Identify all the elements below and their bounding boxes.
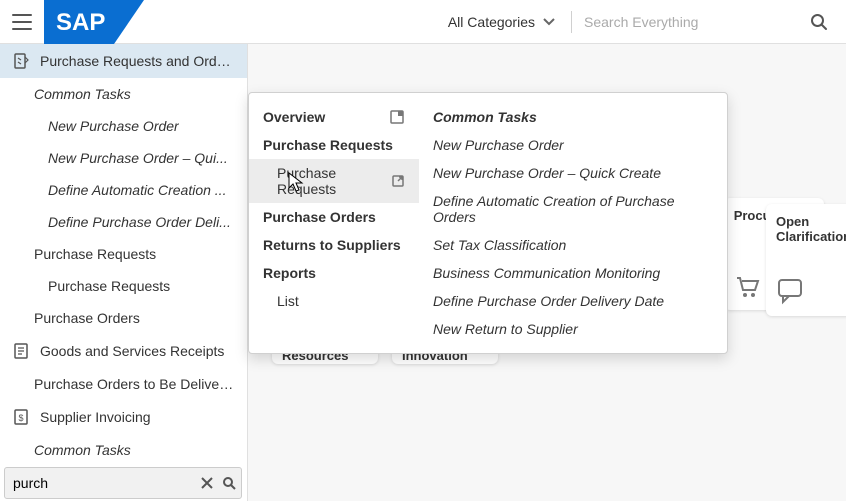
sidebar-item-purchase-orders[interactable]: Purchase Orders [0,302,247,334]
flyout-label: New Purchase Order – Quick Create [433,165,661,181]
flyout-label: Common Tasks [433,109,537,125]
document-icon [12,52,30,70]
svg-text:$: $ [18,413,23,423]
flyout-label: New Purchase Order [433,137,564,153]
overview-icon [389,109,405,125]
flyout-purchase-requests[interactable]: Purchase Requests [249,131,419,159]
top-search-area: All Categories [442,9,836,35]
sidebar-item-new-po-quick[interactable]: New Purchase Order – Qui... [0,142,247,174]
flyout-label: Purchase Orders [263,209,376,225]
sidebar-item-new-po[interactable]: New Purchase Order [0,110,247,142]
clear-search-button[interactable] [196,474,218,492]
category-dropdown[interactable]: All Categories [442,10,561,34]
sidebar-item-po-delivered[interactable]: Purchase Orders to Be Delivered [0,368,247,400]
top-bar: SAP All Categories [0,0,846,44]
flyout-label: Purchase Requests [263,137,393,153]
sidebar-item-label: Supplier Invoicing [40,409,151,425]
open-new-icon [391,174,405,188]
sidebar-item-label: Purchase Orders [34,310,140,326]
flyout-label: Business Communication Monitoring [433,265,660,281]
sidebar-item-purchase-requests[interactable]: Purchase Requests [0,238,247,270]
sidebar-item-label: Purchase Requests [34,246,156,262]
sidebar-item-purchase-requests-orders[interactable]: Purchase Requests and Orders [0,44,247,78]
sidebar-item-goods-receipts[interactable]: Goods and Services Receipts [0,334,247,368]
flyout-list[interactable]: List [249,287,419,315]
search-input[interactable] [582,13,792,31]
flyout-ct-new-po-quick[interactable]: New Purchase Order – Quick Create [419,159,727,187]
sidebar-item-label: Purchase Orders to Be Delivered [34,376,235,392]
flyout-ct-new-return[interactable]: New Return to Supplier [419,315,727,343]
flyout-common-tasks-header: Common Tasks [419,103,727,131]
sidebar-si-common-tasks[interactable]: Common Tasks [0,434,247,466]
flyout-label: Purchase Requests [277,165,391,197]
sidebar-item-label: Define Purchase Order Deli... [48,214,231,230]
close-icon [200,476,214,490]
sidebar-item-label: Define Automatic Creation ... [48,182,226,198]
receipt-icon [12,342,30,360]
sidebar-item-label: New Purchase Order [48,118,179,134]
flyout-returns[interactable]: Returns to Suppliers [249,231,419,259]
flyout-label: Define Purchase Order Delivery Date [433,293,664,309]
chat-icon [776,276,846,306]
chevron-down-icon [543,18,555,26]
flyout-label: Reports [263,265,316,281]
sidebar-item-label: Common Tasks [34,442,131,458]
sidebar-common-tasks-header[interactable]: Common Tasks [0,78,247,110]
search-icon [810,13,828,31]
sidebar-item-supplier-invoicing[interactable]: $ Supplier Invoicing [0,400,247,434]
svg-text:SAP: SAP [56,9,105,36]
sidebar-item-define-auto[interactable]: Define Automatic Creation ... [0,174,247,206]
flyout-menu: Overview Purchase Requests Purchase Requ… [248,92,728,354]
flyout-label: Returns to Suppliers [263,237,401,253]
sidebar-item-label: Purchase Requests and Orders [40,53,235,69]
hamburger-menu-icon[interactable] [10,10,34,34]
vertical-divider [571,11,572,33]
flyout-purchase-requests-sub[interactable]: Purchase Requests [249,159,419,203]
flyout-reports[interactable]: Reports [249,259,419,287]
flyout-ct-new-po[interactable]: New Purchase Order [419,131,727,159]
tile-title: Open Clarifications [776,214,846,244]
search-icon [222,476,236,490]
search-button[interactable] [802,9,836,35]
flyout-overview[interactable]: Overview [249,103,419,131]
invoice-icon: $ [12,408,30,426]
flyout-ct-define-auto[interactable]: Define Automatic Creation of Purchase Or… [419,187,727,231]
flyout-label: Define Automatic Creation of Purchase Or… [433,193,675,225]
sap-logo[interactable]: SAP [44,0,144,44]
flyout-label: New Return to Supplier [433,321,578,337]
sidebar: Purchase Requests and Orders Common Task… [0,44,248,501]
flyout-ct-set-tax[interactable]: Set Tax Classification [419,231,727,259]
flyout-label: Overview [263,109,325,125]
flyout-ct-deliv[interactable]: Define Purchase Order Delivery Date [419,287,727,315]
sidebar-item-label: Common Tasks [34,86,131,102]
sidebar-item-define-deliv[interactable]: Define Purchase Order Deli... [0,206,247,238]
sidebar-search-button[interactable] [218,474,240,492]
flyout-ct-bcm[interactable]: Business Communication Monitoring [419,259,727,287]
sidebar-search-input[interactable] [11,474,196,492]
tile-open-clarifications[interactable]: Open Clarifications [766,204,846,316]
flyout-label: List [277,293,299,309]
sidebar-item-label: Goods and Services Receipts [40,343,224,359]
sidebar-bottom-search [4,467,242,499]
category-label: All Categories [448,14,535,30]
global-search [582,9,836,35]
sidebar-item-label: New Purchase Order – Qui... [48,150,228,166]
sidebar-item-label: Purchase Requests [48,278,170,294]
flyout-purchase-orders[interactable]: Purchase Orders [249,203,419,231]
flyout-label: Set Tax Classification [433,237,566,253]
sidebar-item-purchase-requests-sub[interactable]: Purchase Requests [0,270,247,302]
